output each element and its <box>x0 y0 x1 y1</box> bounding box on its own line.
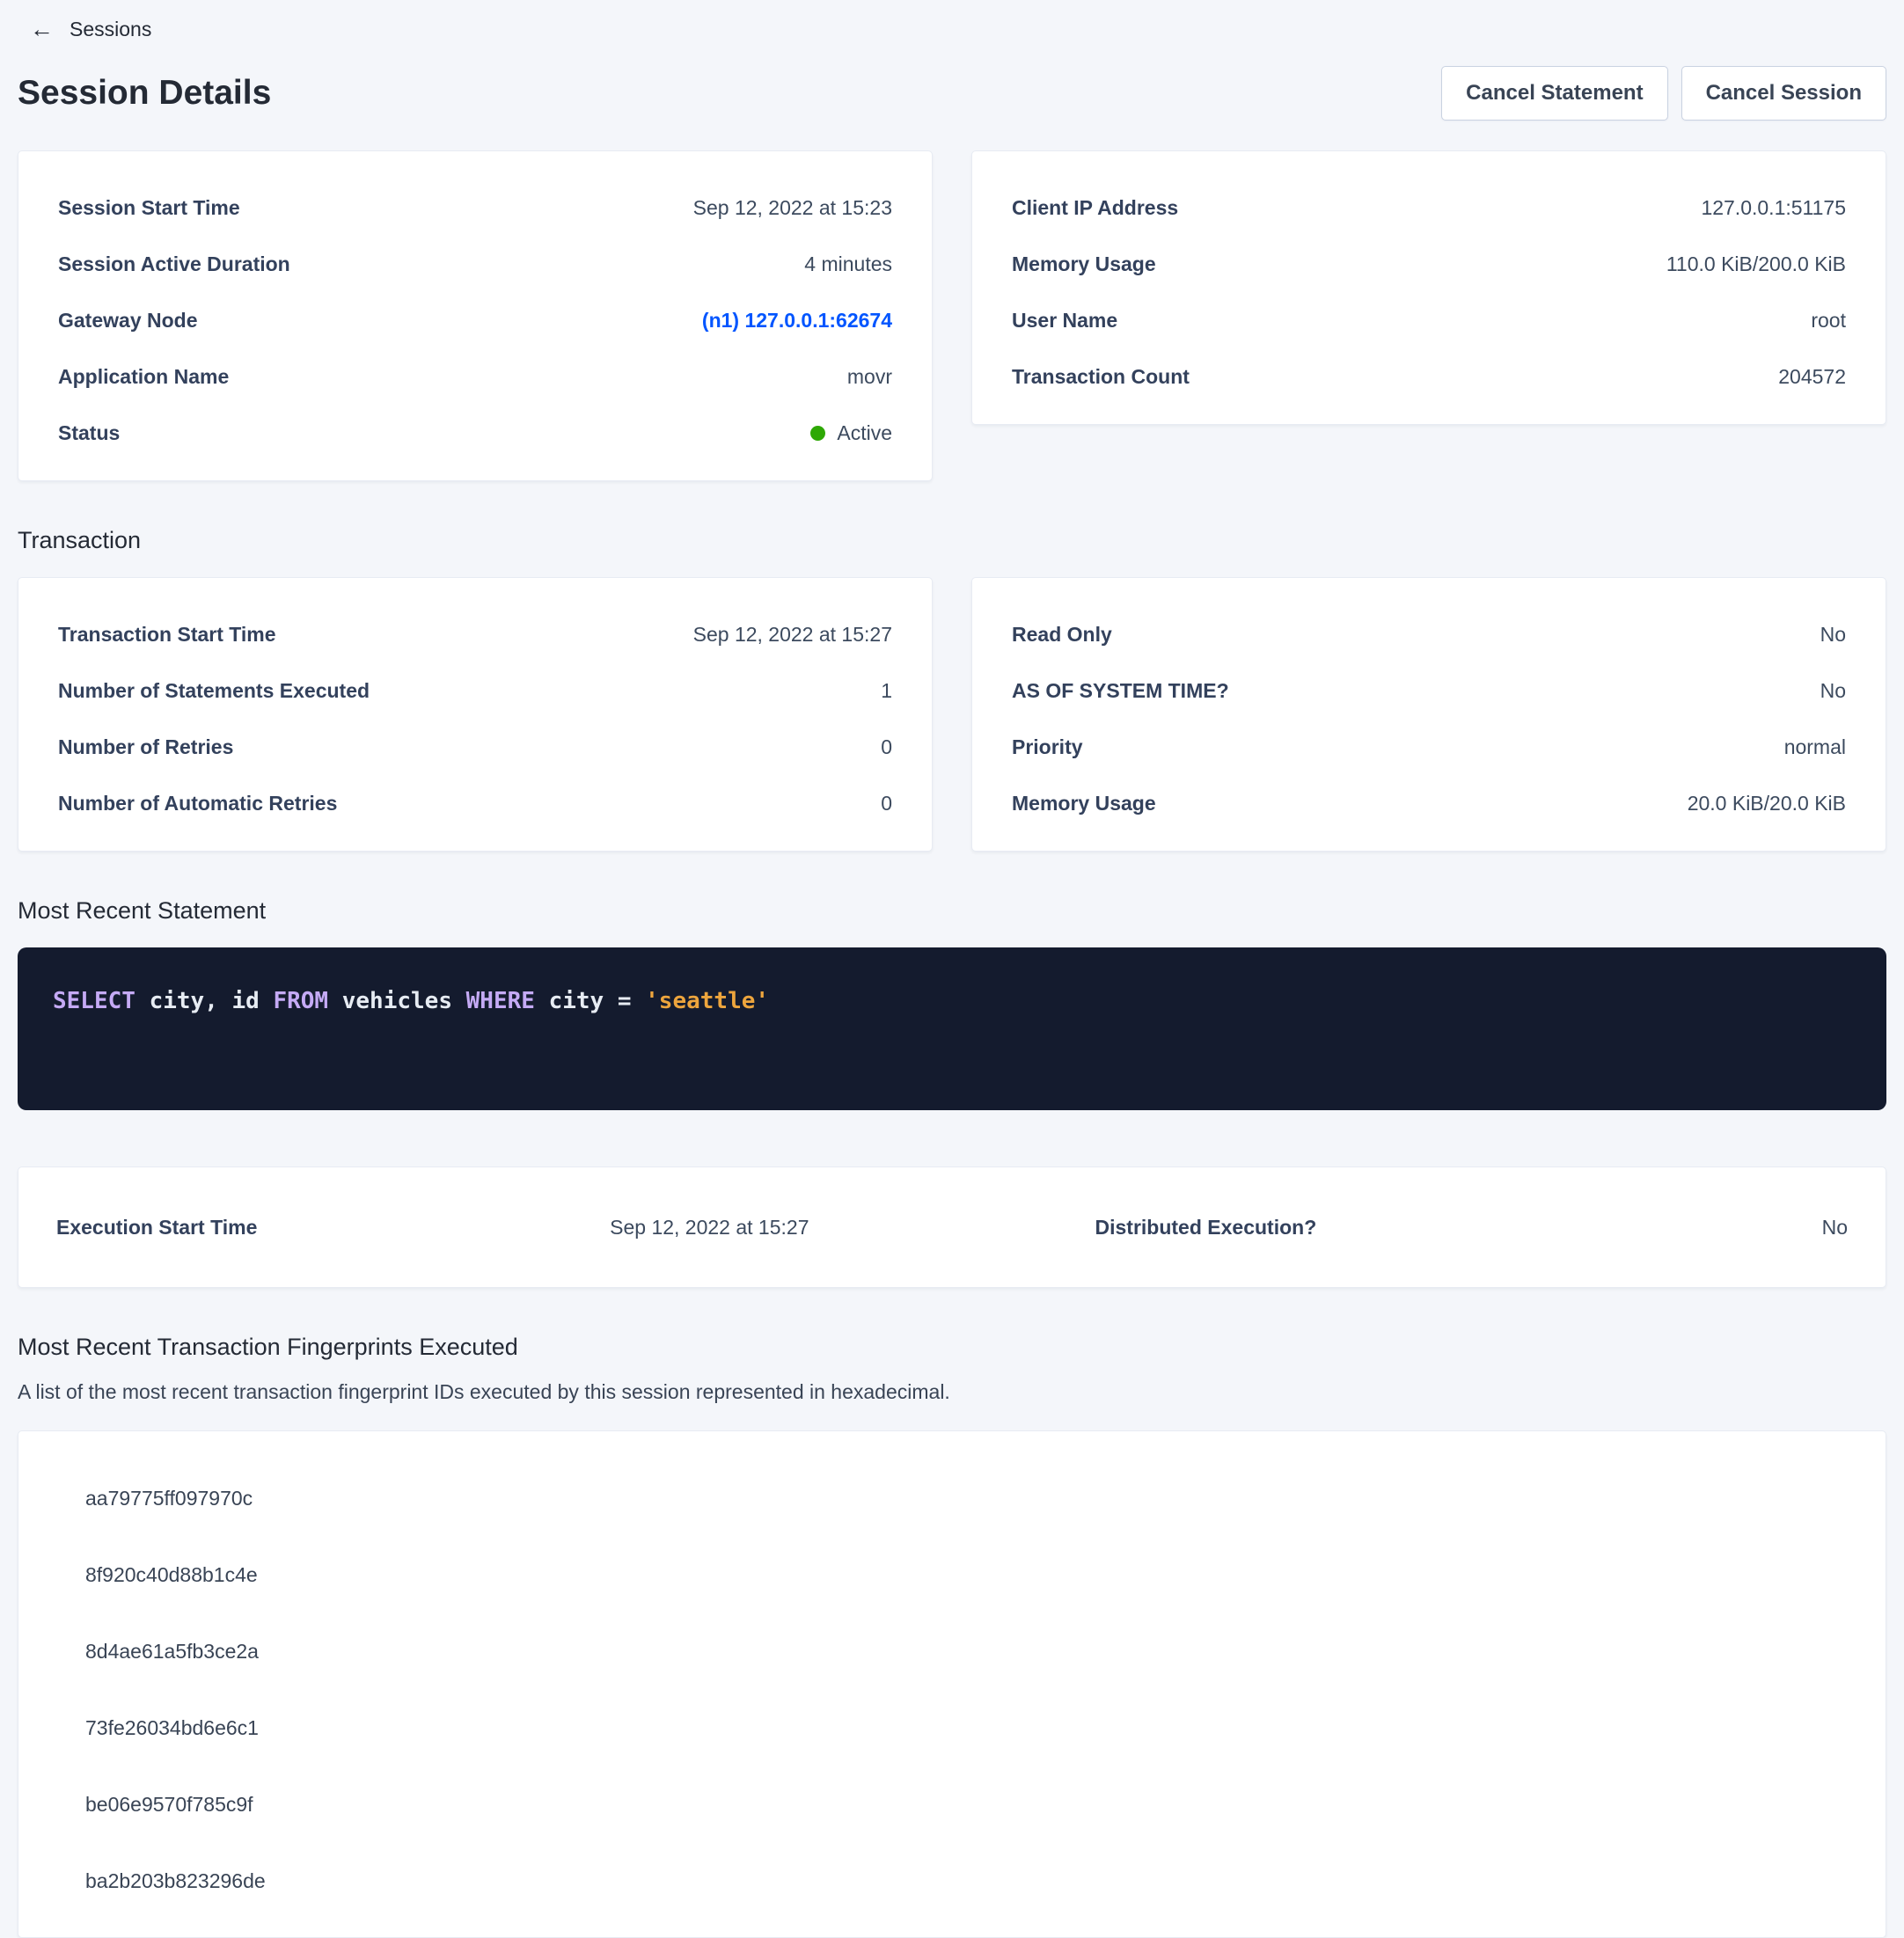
session-start-time-value: Sep 12, 2022 at 15:23 <box>693 195 892 220</box>
session-memory-usage-label: Memory Usage <box>1012 252 1183 276</box>
priority-row: Priority normal <box>1012 735 1846 759</box>
gateway-node-row: Gateway Node (n1) 127.0.0.1:62674 <box>58 308 892 333</box>
fingerprint-item: be06e9570f785c9f <box>85 1794 1846 1815</box>
session-details-right-card: Client IP Address 127.0.0.1:51175 Memory… <box>971 150 1886 425</box>
transaction-memory-usage-value: 20.0 KiB/20.0 KiB <box>1688 791 1846 815</box>
sql-plain: city, id <box>135 988 274 1014</box>
status-label: Status <box>58 421 146 445</box>
status-dot-icon <box>810 426 825 441</box>
application-name-value: movr <box>847 364 892 389</box>
distributed-execution-label: Distributed Execution? <box>1095 1215 1344 1240</box>
arrow-left-icon: ← <box>30 18 54 41</box>
fingerprint-item: 73fe26034bd6e6c1 <box>85 1717 1846 1738</box>
status-row: Status Active <box>58 421 892 445</box>
automatic-retries-label: Number of Automatic Retries <box>58 791 363 815</box>
application-name-label: Application Name <box>58 364 255 389</box>
number-of-retries-value: 0 <box>881 735 892 759</box>
gateway-node-label: Gateway Node <box>58 308 224 333</box>
session-summary-cards: Session Start Time Sep 12, 2022 at 15:23… <box>18 150 1886 481</box>
execution-start-time-label: Execution Start Time <box>56 1215 283 1240</box>
page-header: Session Details Cancel Statement Cancel … <box>18 66 1886 121</box>
application-name-row: Application Name movr <box>58 364 892 389</box>
back-link-label: Sessions <box>70 18 151 41</box>
sql-statement-text: SELECT city, id FROM vehicles WHERE city… <box>53 988 1851 1014</box>
execution-start-time-row: Execution Start Time Sep 12, 2022 at 15:… <box>56 1215 809 1240</box>
sql-plain: city = <box>535 988 645 1014</box>
as-of-system-time-value: No <box>1820 678 1846 703</box>
transaction-start-time-value: Sep 12, 2022 at 15:27 <box>693 622 892 647</box>
distributed-execution-value: No <box>1822 1215 1848 1240</box>
transaction-start-time-row: Transaction Start Time Sep 12, 2022 at 1… <box>58 622 892 647</box>
transaction-memory-usage-row: Memory Usage 20.0 KiB/20.0 KiB <box>1012 791 1846 815</box>
session-active-duration-value: 4 minutes <box>804 252 892 276</box>
statements-executed-row: Number of Statements Executed 1 <box>58 678 892 703</box>
sql-keyword: SELECT <box>53 988 135 1014</box>
number-of-retries-row: Number of Retries 0 <box>58 735 892 759</box>
user-name-value: root <box>1811 308 1846 333</box>
transaction-count-label: Transaction Count <box>1012 364 1216 389</box>
distributed-execution-row: Distributed Execution? No <box>1095 1215 1849 1240</box>
transaction-left-card: Transaction Start Time Sep 12, 2022 at 1… <box>18 577 933 852</box>
execution-summary-card: Execution Start Time Sep 12, 2022 at 15:… <box>18 1166 1886 1288</box>
sql-statement-box: SELECT city, id FROM vehicles WHERE city… <box>18 947 1886 1110</box>
header-actions: Cancel Statement Cancel Session <box>1441 66 1886 121</box>
fingerprint-item: ba2b203b823296de <box>85 1870 1846 1891</box>
read-only-value: No <box>1820 622 1846 647</box>
fingerprint-item: 8d4ae61a5fb3ce2a <box>85 1641 1846 1662</box>
back-to-sessions-link[interactable]: ← Sessions <box>30 18 151 41</box>
user-name-label: User Name <box>1012 308 1144 333</box>
session-active-duration-row: Session Active Duration 4 minutes <box>58 252 892 276</box>
fingerprints-section-subtitle: A list of the most recent transaction fi… <box>18 1380 1886 1404</box>
as-of-system-time-label: AS OF SYSTEM TIME? <box>1012 678 1256 703</box>
transaction-section-heading: Transaction <box>18 527 1886 554</box>
fingerprints-section-heading: Most Recent Transaction Fingerprints Exe… <box>18 1334 1886 1361</box>
client-ip-row: Client IP Address 127.0.0.1:51175 <box>1012 195 1846 220</box>
transaction-count-value: 204572 <box>1778 364 1846 389</box>
fingerprint-item: 8f920c40d88b1c4e <box>85 1564 1846 1585</box>
sql-keyword: WHERE <box>466 988 535 1014</box>
statement-section-heading: Most Recent Statement <box>18 897 1886 925</box>
statements-executed-label: Number of Statements Executed <box>58 678 396 703</box>
execution-start-time-value: Sep 12, 2022 at 15:27 <box>610 1215 809 1240</box>
transaction-start-time-label: Transaction Start Time <box>58 622 303 647</box>
read-only-row: Read Only No <box>1012 622 1846 647</box>
automatic-retries-row: Number of Automatic Retries 0 <box>58 791 892 815</box>
statements-executed-value: 1 <box>881 678 892 703</box>
session-start-time-row: Session Start Time Sep 12, 2022 at 15:23 <box>58 195 892 220</box>
cancel-statement-button[interactable]: Cancel Statement <box>1441 66 1667 121</box>
client-ip-label: Client IP Address <box>1012 195 1205 220</box>
priority-label: Priority <box>1012 735 1109 759</box>
priority-value: normal <box>1784 735 1846 759</box>
session-active-duration-label: Session Active Duration <box>58 252 317 276</box>
transaction-right-card: Read Only No AS OF SYSTEM TIME? No Prior… <box>971 577 1886 852</box>
sql-string-literal: 'seattle' <box>645 988 769 1014</box>
status-badge: Active <box>837 421 892 444</box>
gateway-node-link[interactable]: (n1) 127.0.0.1:62674 <box>702 309 892 332</box>
number-of-retries-label: Number of Retries <box>58 735 260 759</box>
session-start-time-label: Session Start Time <box>58 195 267 220</box>
page-title: Session Details <box>18 74 271 113</box>
session-memory-usage-value: 110.0 KiB/200.0 KiB <box>1666 252 1846 276</box>
transaction-memory-usage-label: Memory Usage <box>1012 791 1183 815</box>
transaction-cards: Transaction Start Time Sep 12, 2022 at 1… <box>18 577 1886 852</box>
as-of-system-time-row: AS OF SYSTEM TIME? No <box>1012 678 1846 703</box>
sql-keyword: FROM <box>273 988 328 1014</box>
transaction-count-row: Transaction Count 204572 <box>1012 364 1846 389</box>
sql-plain: vehicles <box>328 988 466 1014</box>
status-value: Active <box>810 421 892 445</box>
read-only-label: Read Only <box>1012 622 1139 647</box>
session-details-page: ← Sessions Session Details Cancel Statem… <box>0 0 1904 1938</box>
fingerprints-card: aa79775ff097970c 8f920c40d88b1c4e 8d4ae6… <box>18 1430 1886 1938</box>
cancel-session-button[interactable]: Cancel Session <box>1681 66 1886 121</box>
automatic-retries-value: 0 <box>881 791 892 815</box>
session-memory-usage-row: Memory Usage 110.0 KiB/200.0 KiB <box>1012 252 1846 276</box>
client-ip-value: 127.0.0.1:51175 <box>1701 195 1846 220</box>
fingerprint-item: aa79775ff097970c <box>85 1488 1846 1509</box>
gateway-node-value: (n1) 127.0.0.1:62674 <box>702 308 892 333</box>
user-name-row: User Name root <box>1012 308 1846 333</box>
session-details-left-card: Session Start Time Sep 12, 2022 at 15:23… <box>18 150 933 481</box>
